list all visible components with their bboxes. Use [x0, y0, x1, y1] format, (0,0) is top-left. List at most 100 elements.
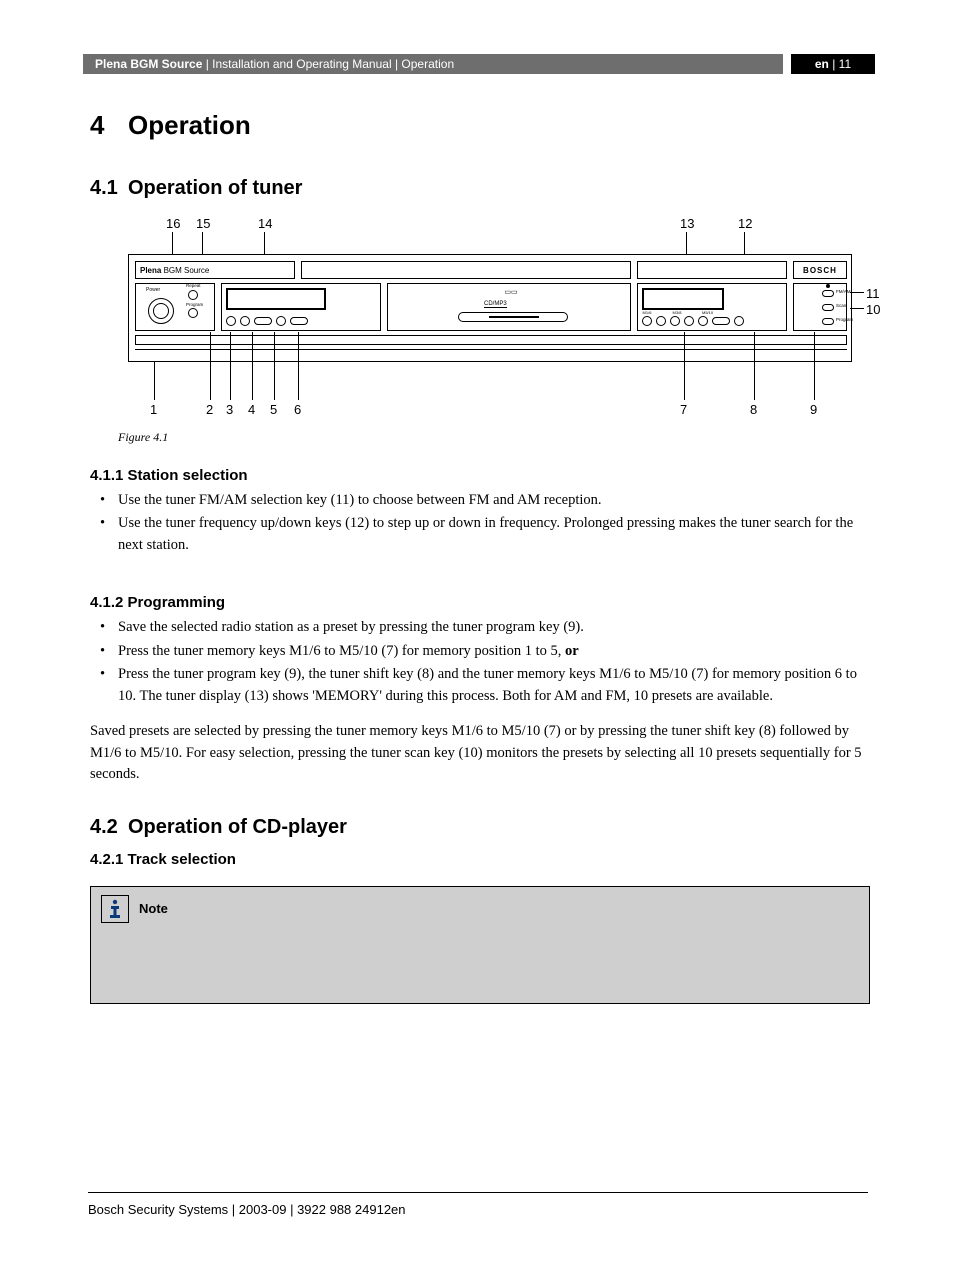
- callout-15: 15: [196, 216, 210, 231]
- header-sep3: |: [829, 57, 839, 71]
- subsection-4-1-2-heading: 4.1.2 Programming: [90, 594, 870, 611]
- section-4-2-heading: 4.2Operation of CD-player: [90, 816, 870, 839]
- top-cell-2: [301, 261, 631, 279]
- callout-14: 14: [258, 216, 272, 231]
- power-knob-icon: [148, 298, 174, 324]
- header-bar: Plena BGM Source | Installation and Oper…: [83, 54, 875, 74]
- info-icon: [101, 895, 129, 923]
- callout-line: [274, 332, 275, 400]
- callout-6: 6: [294, 402, 301, 417]
- callout-1: 1: [150, 402, 157, 417]
- subsection-4-1-1-heading: 4.1.1 Station selection: [90, 467, 870, 484]
- callout-line: [252, 332, 253, 400]
- content: 4Operation 4.1Operation of tuner 16 15 1…: [90, 110, 870, 1004]
- callout-11: 11: [866, 286, 880, 301]
- callout-13: 13: [680, 216, 694, 231]
- callout-5: 5: [270, 402, 277, 417]
- tuner-shift-icon: [712, 317, 730, 325]
- footer-text: Bosch Security Systems | 2003-09 | 3922 …: [88, 1202, 406, 1217]
- subsection-4-2-1-heading: 4.2.1 Track selection: [90, 851, 870, 868]
- callout-16: 16: [166, 216, 180, 231]
- ource-label: ource: [189, 266, 209, 275]
- section-4-1-num: 4.1: [90, 177, 128, 200]
- top-cell-3: [637, 261, 787, 279]
- cd-panel: [221, 283, 381, 331]
- section-4-2-title: Operation of CD-player: [128, 816, 347, 838]
- sub-412-num: 4.1.2: [90, 594, 123, 611]
- callout-2: 2: [206, 402, 213, 417]
- header-lang: en: [815, 57, 829, 71]
- chapter-num: 4: [90, 110, 128, 141]
- brand-cell: Plena BGM Source: [135, 261, 295, 279]
- dot-icon: [826, 284, 830, 288]
- list-item: Press the tuner program key (9), the tun…: [90, 664, 870, 707]
- callout-line: [298, 332, 299, 400]
- chapter-heading: 4Operation: [90, 110, 870, 141]
- figure-4-1: 16 15 14 13 12 Plena BGM Source BOSCH Po…: [110, 212, 870, 422]
- cd-logo-icon: ▭▭: [476, 288, 546, 296]
- page: Plena BGM Source | Installation and Oper…: [0, 0, 954, 1274]
- device-mid-row: Power Repeat Program: [135, 283, 847, 331]
- cd-btn-icon: [240, 316, 250, 326]
- callout-7: 7: [680, 402, 687, 417]
- sub-411-title: Station selection: [128, 467, 248, 484]
- tuner-btn-icon: [684, 316, 694, 326]
- sub-421-num: 4.2.1: [90, 851, 123, 868]
- cd-btn-wide-icon: [254, 317, 272, 325]
- tuner-btn-icon: [642, 316, 652, 326]
- fmam-label: FM/AM: [836, 289, 851, 294]
- scan-knob-icon: [822, 304, 834, 311]
- callout-line: [684, 332, 685, 400]
- callout-line: [230, 332, 231, 400]
- section-4-1-heading: 4.1Operation of tuner: [90, 177, 870, 200]
- header-sep2: |: [392, 57, 402, 71]
- right-panel: FM/AM Scan Program: [793, 283, 847, 331]
- cd-btn-icon: [226, 316, 236, 326]
- callout-9: 9: [810, 402, 817, 417]
- tuner-panel: M1/6 M3/8 M5/10: [637, 283, 787, 331]
- power-panel: Power Repeat Program: [135, 283, 215, 331]
- chapter-title: Operation: [128, 110, 251, 140]
- m510-label: M5/10: [702, 310, 712, 315]
- section-4-1-title: Operation of tuner: [128, 177, 302, 199]
- header-sep1: |: [202, 57, 212, 71]
- sub-412-title: Programming: [128, 594, 226, 611]
- sub-411-list: Use the tuner FM/AM selection key (11) t…: [90, 490, 870, 556]
- header-page: 11: [839, 57, 851, 71]
- note-label: Note: [139, 901, 168, 916]
- callout-line: [210, 332, 211, 400]
- header-right: en | 11: [791, 54, 875, 74]
- device-top-row: Plena BGM Source BOSCH: [135, 261, 847, 279]
- tuner-prog-icon: [734, 316, 744, 326]
- repeat-label: Repeat: [186, 283, 201, 288]
- program-knob-icon: [188, 308, 198, 318]
- section-4-2-num: 4.2: [90, 816, 128, 839]
- cd-buttons: [226, 316, 308, 326]
- scan-label: Scan: [836, 303, 846, 308]
- callout-3: 3: [226, 402, 233, 417]
- bgm-label: BGM S: [164, 266, 190, 275]
- callout-8: 8: [750, 402, 757, 417]
- bosch-cell: BOSCH: [793, 261, 847, 279]
- cd-display-icon: [226, 288, 326, 310]
- tuner-btn-icon: [698, 316, 708, 326]
- callout-4: 4: [248, 402, 255, 417]
- sub-412-paragraph: Saved presets are selected by pressing t…: [90, 721, 870, 785]
- callout-12: 12: [738, 216, 752, 231]
- header-section: Operation: [401, 57, 454, 71]
- list-item: Save the selected radio station as a pre…: [90, 617, 870, 638]
- prog-label: Program: [836, 317, 853, 322]
- callout-line: [850, 292, 864, 293]
- tuner-btn-icon: [656, 316, 666, 326]
- tuner-buttons: [642, 316, 744, 326]
- cd-label-panel: ▭▭ CD/MP3: [387, 283, 631, 331]
- callout-line: [754, 332, 755, 400]
- power-label: Power: [146, 287, 160, 293]
- cd-mp3-label: CD/MP3: [484, 301, 507, 308]
- note-box: Note: [90, 886, 870, 1004]
- header-doc: Installation and Operating Manual: [212, 57, 391, 71]
- tuner-mem-labels: M1/6 M3/8 M5/10: [642, 310, 712, 315]
- callout-line: [154, 362, 155, 400]
- program-label: Program: [186, 302, 203, 307]
- callout-line: [814, 332, 815, 400]
